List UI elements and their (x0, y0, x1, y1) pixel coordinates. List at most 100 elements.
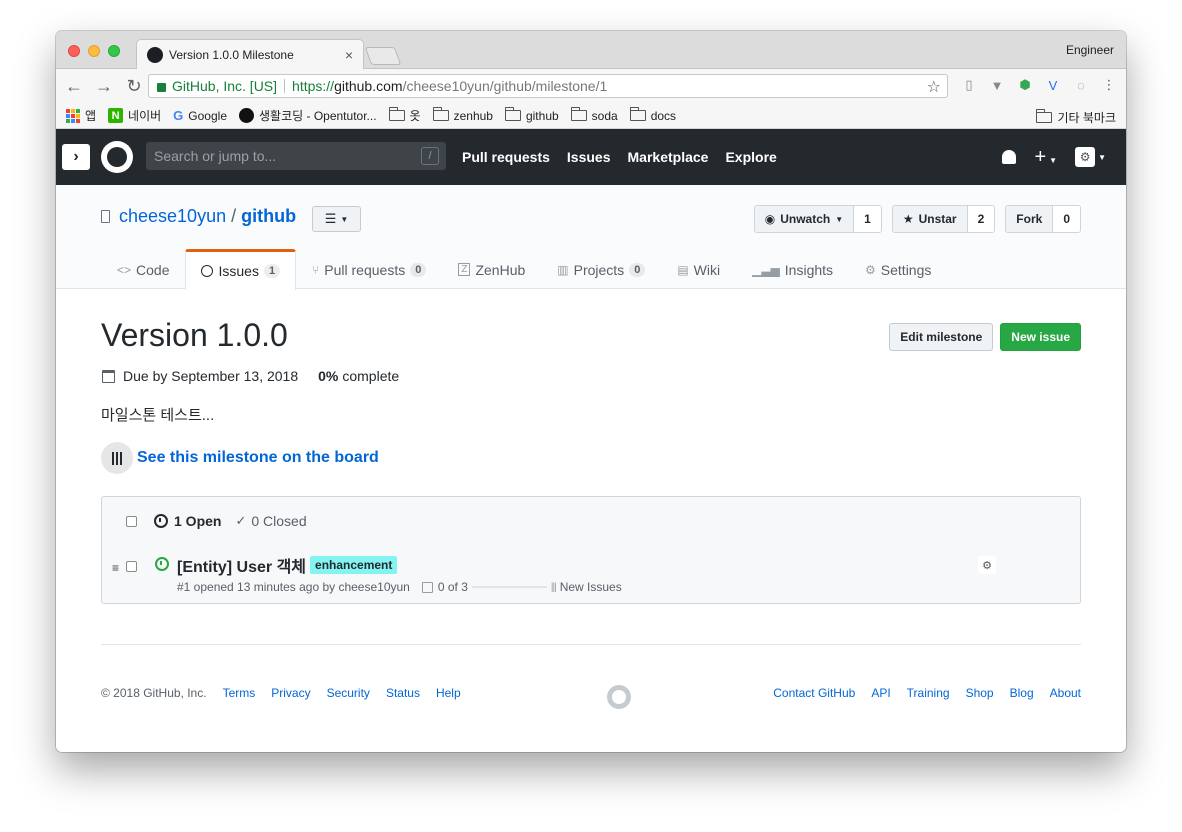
user-menu-dropdown[interactable]: ⚙ ▼ (1075, 147, 1106, 167)
close-window-button[interactable] (68, 45, 80, 57)
pull-request-icon: ⑂ (312, 262, 320, 277)
tab-label: Code (136, 261, 170, 278)
tab-insights[interactable]: ▁▃▅ Insights (736, 249, 849, 289)
footer-link-api[interactable]: API (871, 686, 890, 700)
issue-title-link[interactable]: [Entity] User 객체 (177, 553, 306, 577)
nav-marketplace[interactable]: Marketplace (628, 149, 709, 165)
zenhub-menu-button[interactable]: ☰ ▼ (312, 206, 361, 232)
plus-icon: + (1034, 145, 1047, 168)
extension-icons: ▯ ▼ ⬢ V ◌ ⋮ (961, 77, 1117, 93)
nav-explore[interactable]: Explore (725, 149, 776, 165)
repo-title: cheese10yun / github (101, 206, 296, 227)
closed-issues-filter[interactable]: ✓ 0 Closed (235, 513, 306, 529)
tab-settings[interactable]: ⚙ Settings (849, 249, 947, 289)
footer-link-training[interactable]: Training (907, 686, 950, 700)
repo-owner-link[interactable]: cheese10yun (119, 206, 226, 227)
forward-arrow-icon[interactable]: → (92, 74, 116, 98)
unstar-button[interactable]: ★ Unstar (892, 206, 968, 232)
tab-pull-requests[interactable]: ⑂ Pull requests 0 (296, 249, 442, 289)
other-bookmarks-label: 기타 북마크 (1057, 111, 1116, 125)
unwatch-button[interactable]: ◉ Unwatch ▼ (754, 206, 855, 232)
footer-link-shop[interactable]: Shop (966, 686, 994, 700)
bookmark-label: 앱 (85, 109, 97, 123)
other-bookmarks[interactable]: 기타 북마크 (1036, 109, 1116, 126)
tab-issues[interactable]: Issues 1 (185, 249, 297, 290)
profile-name[interactable]: Engineer (1066, 43, 1114, 57)
checklist-icon (421, 581, 433, 593)
reader-extension-icon[interactable]: ▯ (961, 77, 977, 93)
milestone-board-link[interactable]: See this milestone on the board (137, 449, 379, 467)
issue-checkbox[interactable] (126, 561, 137, 572)
edit-milestone-button[interactable]: Edit milestone (889, 323, 994, 351)
assignee-avatar[interactable]: ⚙ (978, 556, 996, 574)
bookmark-folder-github[interactable]: github (504, 107, 559, 123)
drag-handle-icon[interactable]: ≡ (112, 561, 119, 575)
footer-link-help[interactable]: Help (436, 686, 461, 700)
vimeo-extension-icon[interactable]: V (1045, 77, 1061, 93)
bookmark-folder-clothes[interactable]: 옷 (388, 107, 421, 124)
zoom-window-button[interactable] (108, 45, 120, 57)
bookmark-naver[interactable]: N 네이버 (108, 107, 161, 124)
create-new-dropdown[interactable]: + ▼ (1034, 146, 1057, 169)
code-extension-icon[interactable]: ◌ (1073, 77, 1089, 93)
bookmark-folder-docs[interactable]: docs (629, 107, 677, 123)
browser-tab[interactable]: Version 1.0.0 Milestone × (136, 39, 364, 70)
bookmark-star-icon[interactable]: ☆ (927, 77, 941, 97)
google-icon: G (173, 108, 184, 123)
tab-label: Issues (218, 263, 259, 279)
issue-label-badge[interactable]: enhancement (310, 556, 398, 574)
new-issue-button[interactable]: New issue (1000, 323, 1081, 351)
new-tab-button[interactable] (364, 47, 402, 65)
folder-icon (629, 107, 646, 121)
book-icon: ▤ (677, 262, 689, 277)
board-link-row: See this milestone on the board (101, 442, 379, 474)
search-input[interactable]: Search or jump to... / (146, 142, 446, 170)
fork-button[interactable]: Fork (1006, 206, 1054, 232)
stargazers-count[interactable]: 2 (967, 206, 995, 232)
tab-close-icon[interactable]: × (345, 47, 353, 63)
repo-name-link[interactable]: github (241, 206, 296, 227)
footer-link-status[interactable]: Status (386, 686, 420, 700)
github-mark-icon[interactable] (607, 685, 631, 709)
footer-link-contact[interactable]: Contact GitHub (773, 686, 855, 700)
vue-devtools-icon[interactable]: ▼ (989, 77, 1005, 93)
minimize-window-button[interactable] (88, 45, 100, 57)
bookmark-google[interactable]: G Google (173, 108, 227, 123)
bookmark-opentutorials[interactable]: 생활코딩 - Opentutor... (239, 107, 377, 124)
footer-link-terms[interactable]: Terms (223, 686, 256, 700)
nav-pull-requests[interactable]: Pull requests (462, 149, 550, 165)
tab-zenhub[interactable]: Z ZenHub (442, 249, 541, 289)
repo-header: cheese10yun / github ☰ ▼ ◉ Unwatch ▼ 1 ★ … (56, 185, 1126, 290)
footer-link-privacy[interactable]: Privacy (271, 686, 310, 700)
forks-count[interactable]: 0 (1053, 206, 1080, 232)
code-icon: <> (117, 262, 132, 277)
eye-icon: ◉ (764, 212, 776, 226)
bell-icon[interactable] (1002, 150, 1017, 164)
footer-link-security[interactable]: Security (327, 686, 370, 700)
reload-icon[interactable]: ↻ (122, 74, 146, 98)
tab-code[interactable]: <> Code (101, 249, 185, 289)
bookmark-folder-soda[interactable]: soda (570, 107, 618, 123)
tab-wiki[interactable]: ▤ Wiki (661, 249, 736, 289)
footer-link-about[interactable]: About (1050, 686, 1081, 700)
bookmark-label: github (525, 108, 559, 123)
pipeline-icon: ||| (550, 581, 557, 593)
footer-link-blog[interactable]: Blog (1010, 686, 1034, 700)
adguard-shield-icon[interactable]: ⬢ (1017, 77, 1033, 93)
tab-projects[interactable]: ▥ Projects 0 (541, 249, 661, 289)
chrome-menu-icon[interactable]: ⋮ (1101, 77, 1117, 93)
bookmark-folder-zenhub[interactable]: zenhub (432, 107, 493, 123)
watchers-count[interactable]: 1 (854, 206, 881, 232)
address-bar[interactable]: GitHub, Inc. [US] https:// github.com /c… (148, 74, 948, 98)
open-issues-filter[interactable]: 1 Open (154, 513, 221, 529)
security-indicator[interactable]: GitHub, Inc. [US] (172, 78, 277, 94)
nav-issues[interactable]: Issues (567, 149, 611, 165)
back-arrow-icon[interactable]: ← (62, 74, 86, 98)
bookmark-label: docs (650, 108, 677, 123)
chevron-right-icon[interactable]: › (62, 144, 90, 170)
global-nav: Pull requests Issues Marketplace Explore (462, 129, 777, 185)
select-all-checkbox[interactable] (126, 515, 137, 527)
issue-opened-icon (154, 514, 168, 528)
bookmark-apps[interactable]: 앱 (66, 107, 96, 124)
github-logo-icon[interactable] (101, 141, 133, 173)
